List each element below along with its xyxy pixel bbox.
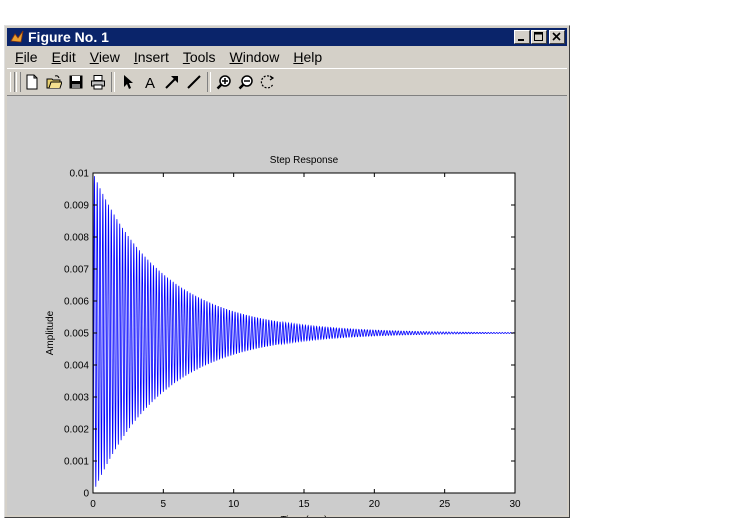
x-tick-label: 20 (369, 499, 381, 510)
figure-window: Figure No. 1 File Edit View Insert Tools… (4, 25, 570, 518)
figure-canvas[interactable]: 0 5 10 15 20 25 30 0 0.001 0.002 0.003 0.004 0.005 0.… (7, 96, 569, 517)
x-tick-label: 0 (90, 499, 96, 510)
text-button[interactable]: A (139, 71, 161, 93)
y-tick-label: 0.008 (64, 233, 89, 244)
new-file-icon (26, 74, 38, 90)
y-tick-label: 0.005 (64, 329, 89, 340)
maximize-icon (534, 32, 543, 41)
x-tick-label: 5 (161, 499, 167, 510)
y-axis-label: Amplitude (45, 310, 56, 355)
menu-bar: File Edit View Insert Tools Window Help (7, 47, 567, 67)
open-button[interactable] (43, 71, 65, 93)
x-tick-label: 30 (509, 499, 521, 510)
toolbar-grip[interactable] (10, 72, 15, 92)
plot-area[interactable] (93, 173, 515, 493)
line-draw-icon (187, 75, 201, 89)
select-arrow-icon (124, 75, 133, 89)
menu-help[interactable]: Help (287, 49, 328, 65)
y-tick-label: 0 (83, 489, 89, 500)
matlab-logo-icon (9, 29, 25, 45)
text-a-icon: A (145, 75, 155, 90)
x-tick-label: 10 (228, 499, 240, 510)
svg-text:A: A (145, 75, 155, 90)
print-icon (91, 75, 105, 90)
y-tick-label: 0.002 (64, 425, 89, 436)
menu-edit[interactable]: Edit (46, 49, 82, 65)
zoom-in-icon (216, 75, 231, 90)
chart-title: Step Response (270, 155, 339, 166)
toolbar-separator-2 (207, 72, 211, 92)
toolbar-separator (111, 72, 115, 92)
zoom-out-button[interactable] (235, 71, 257, 93)
y-tick-label: 0.01 (70, 169, 90, 180)
title-bar[interactable]: Figure No. 1 (7, 28, 567, 46)
rotate-button[interactable] (257, 71, 279, 93)
y-tick-label: 0.004 (64, 361, 89, 372)
y-tick-label: 0.006 (64, 297, 89, 308)
x-tick-label: 25 (439, 499, 451, 510)
minimize-icon (518, 39, 524, 41)
y-tick-label: 0.003 (64, 393, 89, 404)
zoom-in-button[interactable] (213, 71, 235, 93)
step-response-plot[interactable]: 0 5 10 15 20 25 30 0 0.001 0.002 0.003 0.004 0.005 0.… (7, 96, 569, 517)
maximize-button[interactable] (531, 30, 547, 44)
rotate-3d-icon (260, 75, 275, 89)
menu-tools[interactable]: Tools (177, 49, 222, 65)
save-button[interactable] (65, 71, 87, 93)
arrow-draw-icon (165, 76, 178, 89)
y-tick-label: 0.009 (64, 201, 89, 212)
y-tick-label: 0.001 (64, 457, 89, 468)
print-button[interactable] (87, 71, 109, 93)
menu-window[interactable]: Window (224, 49, 286, 65)
x-tick-label: 15 (298, 499, 310, 510)
open-folder-icon (46, 75, 62, 89)
window-title: Figure No. 1 (28, 29, 109, 45)
minimize-button[interactable] (514, 30, 530, 44)
close-icon (552, 32, 561, 41)
save-disk-icon (69, 75, 83, 89)
y-tick-label: 0.007 (64, 265, 89, 276)
arrow-button[interactable] (161, 71, 183, 93)
zoom-out-icon (238, 75, 253, 90)
menu-view[interactable]: View (84, 49, 126, 65)
x-axis-label: Time (sec) (281, 515, 328, 517)
toolbar: A (7, 68, 567, 96)
menu-insert[interactable]: Insert (128, 49, 175, 65)
close-button[interactable] (549, 30, 565, 44)
line-button[interactable] (183, 71, 205, 93)
select-button[interactable] (117, 71, 139, 93)
menu-file[interactable]: File (9, 49, 44, 65)
new-file-button[interactable] (21, 71, 43, 93)
